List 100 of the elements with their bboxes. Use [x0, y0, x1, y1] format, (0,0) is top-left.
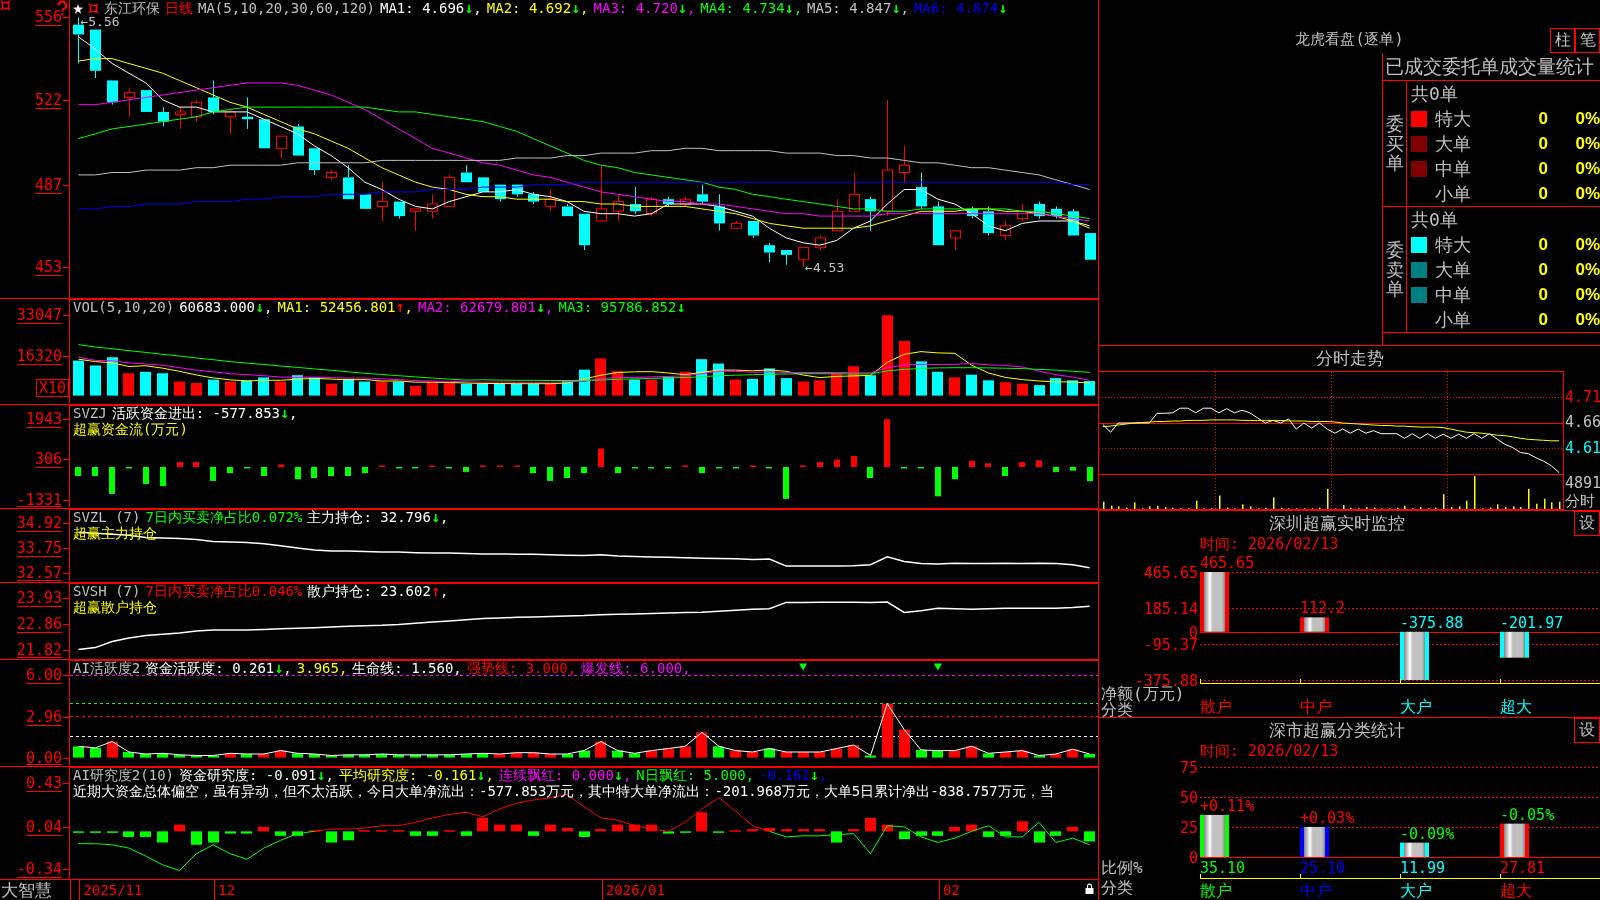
chart-bar [562, 754, 573, 758]
chart-bar [362, 466, 368, 474]
chart-bar [174, 754, 185, 758]
chart-bar [477, 817, 488, 832]
category-label: 散户 [1200, 881, 1232, 900]
candlestick [849, 172, 860, 212]
candlestick [714, 193, 725, 232]
indicator-value: N日飘红: 5.000, [636, 768, 755, 783]
chart-bar [598, 448, 604, 467]
axis-label: 0.00 [25, 748, 70, 767]
chart-bar [648, 466, 654, 469]
axis-label: 522 [34, 90, 70, 109]
chart-bar [699, 466, 705, 474]
app-name: 大智慧 [0, 880, 71, 900]
chart-bar [258, 377, 269, 396]
chart-bar [494, 824, 505, 832]
settings-button[interactable]: 设 [1574, 511, 1600, 536]
chart-bar [393, 754, 404, 758]
indicator-value: 平均研究度: -0.161↓, [338, 768, 494, 783]
order-percent: 0% [1574, 234, 1600, 255]
order-percent: 0% [1574, 183, 1600, 204]
order-count: 0 [1537, 259, 1548, 280]
axis-label: 75 [1179, 759, 1198, 777]
chart-bar [444, 382, 455, 396]
chart-bar [1087, 466, 1093, 482]
axis-label: 453 [34, 258, 70, 276]
indicator-value: 爆发线: 6.000, [581, 661, 691, 676]
candlestick [208, 79, 219, 115]
axis-label: 0.04 [25, 817, 70, 836]
axis-title: 分类 [1101, 700, 1133, 717]
order-size-label: 特大 [1435, 106, 1472, 131]
chart-bar [1200, 814, 1229, 857]
view-button[interactable]: 笔 [1575, 28, 1600, 53]
chart-bar [396, 466, 402, 469]
chart-bar [932, 750, 943, 758]
chart-bar [680, 746, 691, 758]
chart-bar [595, 829, 606, 832]
chart-bar [511, 383, 522, 396]
chart-bar [1034, 385, 1045, 396]
panel-title: 深圳超赢实时监控 [1267, 512, 1406, 535]
candlestick [293, 123, 304, 157]
chart-bar [680, 371, 691, 396]
chart-bar [615, 466, 621, 474]
chart-bar [629, 753, 640, 758]
chart-bar [764, 828, 775, 832]
order-size-label: 小单 [1435, 181, 1472, 206]
indicator-value: SVSH (7) [73, 584, 141, 599]
indicator-value: 强势线: 3.000, [466, 661, 577, 676]
chart-bar [1400, 631, 1429, 680]
change-label: +0.11% [1200, 796, 1255, 815]
candlestick [865, 196, 876, 232]
candlestick [1000, 220, 1011, 241]
chart-bar [1084, 381, 1095, 396]
chart-bar [143, 466, 149, 485]
volume-max-label: 4891 [1565, 475, 1600, 492]
chart-bar [427, 831, 438, 836]
category-label: 超大 [1500, 881, 1532, 900]
chart-bar [1300, 617, 1329, 632]
order-percent: 0% [1574, 309, 1600, 330]
chart-bar [241, 380, 252, 396]
y-tick-label: 522 [34, 90, 62, 109]
settings-button[interactable]: 设 [1574, 718, 1600, 743]
chart-bar [798, 751, 809, 758]
chart-bar [781, 378, 792, 396]
chart-bar [160, 466, 166, 487]
order-count: 0 [1537, 183, 1548, 204]
axis-label: 4.66 [1565, 413, 1600, 431]
y-tick-label: 487 [34, 175, 62, 194]
square-icon [0, 0, 11, 11]
chart-bar [278, 464, 284, 467]
value-label: 25.10 [1300, 859, 1346, 877]
chart-bar [952, 466, 958, 480]
chart-bar [343, 754, 354, 758]
candlestick [461, 164, 472, 183]
indicator-value: SVZL (7) [73, 510, 141, 525]
chart-bar [174, 381, 185, 396]
date-label: 12 [214, 880, 236, 900]
chart-bar [461, 383, 472, 396]
order-size-label: 小单 [1435, 307, 1472, 332]
chart-bar [949, 750, 960, 758]
candlestick [832, 198, 843, 232]
candlestick [124, 87, 135, 118]
chart-bar [713, 746, 724, 758]
candlestick [663, 196, 674, 207]
view-button[interactable]: 柱 [1550, 28, 1575, 53]
chart-bar [983, 831, 994, 837]
chart-bar [932, 831, 943, 836]
chart-bar [140, 371, 151, 396]
timestamp: 时间: 2026/02/13 [1199, 536, 1340, 552]
y-tick-label: 306 [34, 450, 62, 469]
chart-bar [1500, 823, 1529, 857]
chart-bar [1000, 751, 1011, 758]
chart-bar [528, 831, 539, 836]
chart-bar [814, 829, 825, 832]
chart-bar [562, 380, 573, 396]
chart-bar [157, 373, 168, 396]
chart-bar [851, 455, 857, 467]
chart-bar [410, 754, 421, 758]
chart-bar [632, 466, 638, 469]
signal-marker [933, 663, 942, 671]
